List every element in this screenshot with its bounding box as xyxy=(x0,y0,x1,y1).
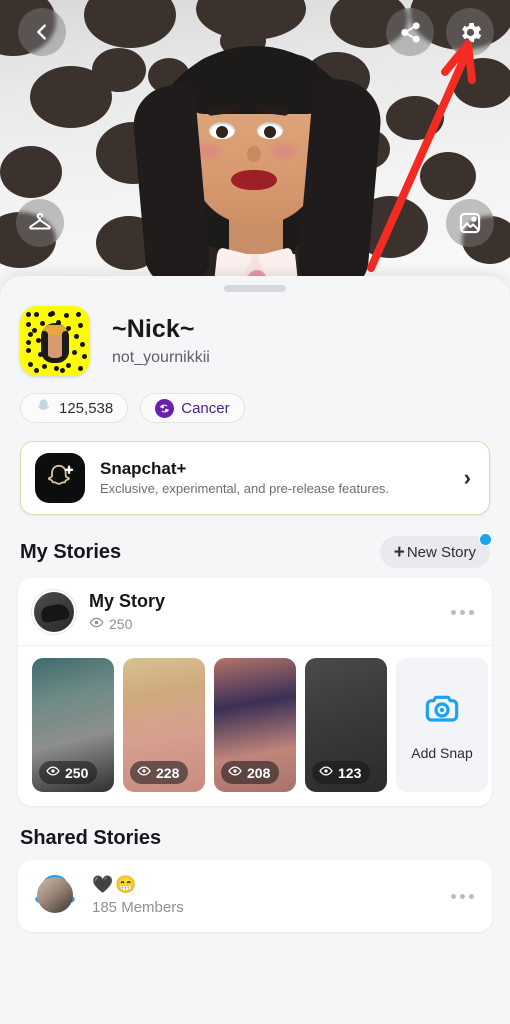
snap-view-count: 123 xyxy=(338,764,362,781)
new-story-button[interactable]: + New Story xyxy=(379,533,492,568)
my-story-more-button[interactable] xyxy=(451,609,478,615)
shared-story-more-button[interactable] xyxy=(451,893,478,899)
eye-icon xyxy=(319,764,333,781)
snap-view-badge: 228 xyxy=(130,761,189,784)
shared-stories-section-header: Shared Stories xyxy=(0,806,510,860)
my-story-card[interactable]: My Story 250 250 228 208 123 Add Snap xyxy=(18,578,492,806)
my-story-view-count: 250 xyxy=(109,616,133,632)
zodiac-icon xyxy=(155,398,175,418)
snapscore-badge[interactable]: 125,538 xyxy=(20,393,129,423)
my-story-title: My Story xyxy=(89,591,166,611)
snapcode[interactable] xyxy=(20,306,90,376)
snap-view-badge: 250 xyxy=(39,761,98,784)
profile-badges: 125,538 Cancer xyxy=(0,376,510,423)
share-icon xyxy=(399,21,422,44)
cow-print-blob xyxy=(420,152,476,200)
snapchat-profile-screen: ~Nick~ not_yournikkii 125,538 Cancer Sna… xyxy=(0,0,510,1024)
add-snap-button[interactable]: Add Snap xyxy=(396,658,488,792)
my-story-views: 250 xyxy=(89,615,451,633)
snap-view-count: 228 xyxy=(156,764,180,781)
settings-gear-button[interactable] xyxy=(446,8,494,56)
snap-thumbnail[interactable]: 228 xyxy=(123,658,205,792)
snap-view-badge: 208 xyxy=(221,761,280,784)
shared-stories-heading: Shared Stories xyxy=(20,827,162,849)
display-name: ~Nick~ xyxy=(112,315,195,343)
profile-hero-backdrop xyxy=(0,0,510,292)
plus-icon: + xyxy=(393,541,405,563)
snapchat-plus-banner[interactable]: Snapchat+ Exclusive, experimental, and p… xyxy=(20,441,490,515)
back-button[interactable] xyxy=(18,8,66,56)
change-outfit-button[interactable] xyxy=(16,199,64,247)
snapcode-bitmoji xyxy=(41,323,69,363)
chevron-left-icon xyxy=(31,21,53,43)
image-icon xyxy=(457,210,483,236)
eye-icon xyxy=(46,764,60,781)
notification-dot xyxy=(479,533,492,546)
zodiac-label: Cancer xyxy=(181,399,230,417)
gear-icon xyxy=(457,19,484,46)
eye-icon xyxy=(137,764,151,781)
my-story-card-header: My Story 250 xyxy=(18,578,492,646)
add-snap-label: Add Snap xyxy=(411,745,473,761)
shared-story-item[interactable]: 🖤😁 185 Members xyxy=(18,860,492,932)
snapscore-value: 125,538 xyxy=(59,399,114,417)
cow-print-blob xyxy=(0,146,62,198)
my-stories-heading: My Stories xyxy=(20,540,122,563)
shared-story-name: 🖤😁 xyxy=(92,875,139,895)
bitmoji-avatar xyxy=(125,28,385,292)
cow-print-blob xyxy=(452,58,510,108)
change-background-button[interactable] xyxy=(446,199,494,247)
snap-view-badge: 123 xyxy=(312,761,371,784)
eye-icon xyxy=(228,764,242,781)
ghost-icon xyxy=(35,398,52,419)
camera-icon xyxy=(422,689,462,734)
eye-icon xyxy=(89,615,104,633)
shared-story-avatar[interactable] xyxy=(32,873,78,919)
snap-thumbnail-row: 250 228 208 123 Add Snap xyxy=(18,646,492,806)
snap-view-count: 250 xyxy=(65,764,89,781)
profile-sheet: ~Nick~ not_yournikkii 125,538 Cancer Sna… xyxy=(0,276,510,1024)
story-thumbnail-avatar[interactable] xyxy=(32,590,76,634)
snap-thumbnail[interactable]: 208 xyxy=(214,658,296,792)
new-story-label: New Story xyxy=(406,543,476,561)
my-stories-section-header: My Stories + New Story xyxy=(0,515,510,578)
snap-thumbnail[interactable]: 123 xyxy=(305,658,387,792)
snapchat-plus-title: Snapchat+ xyxy=(100,458,187,478)
profile-identity-row: ~Nick~ not_yournikkii xyxy=(0,292,510,376)
chevron-right-icon: › xyxy=(463,465,471,490)
snapchat-plus-logo-icon xyxy=(35,453,85,503)
hanger-icon xyxy=(27,210,53,236)
cow-print-blob xyxy=(386,96,444,140)
share-profile-button[interactable] xyxy=(386,8,434,56)
snapchat-plus-subtitle: Exclusive, experimental, and pre-release… xyxy=(100,480,390,496)
sheet-drag-handle[interactable] xyxy=(224,285,286,292)
snap-view-count: 208 xyxy=(247,764,271,781)
shared-story-members: 185 Members xyxy=(92,898,184,916)
username: not_yournikkii xyxy=(112,349,210,366)
zodiac-badge[interactable]: Cancer xyxy=(140,393,245,423)
snap-thumbnail[interactable]: 250 xyxy=(32,658,114,792)
